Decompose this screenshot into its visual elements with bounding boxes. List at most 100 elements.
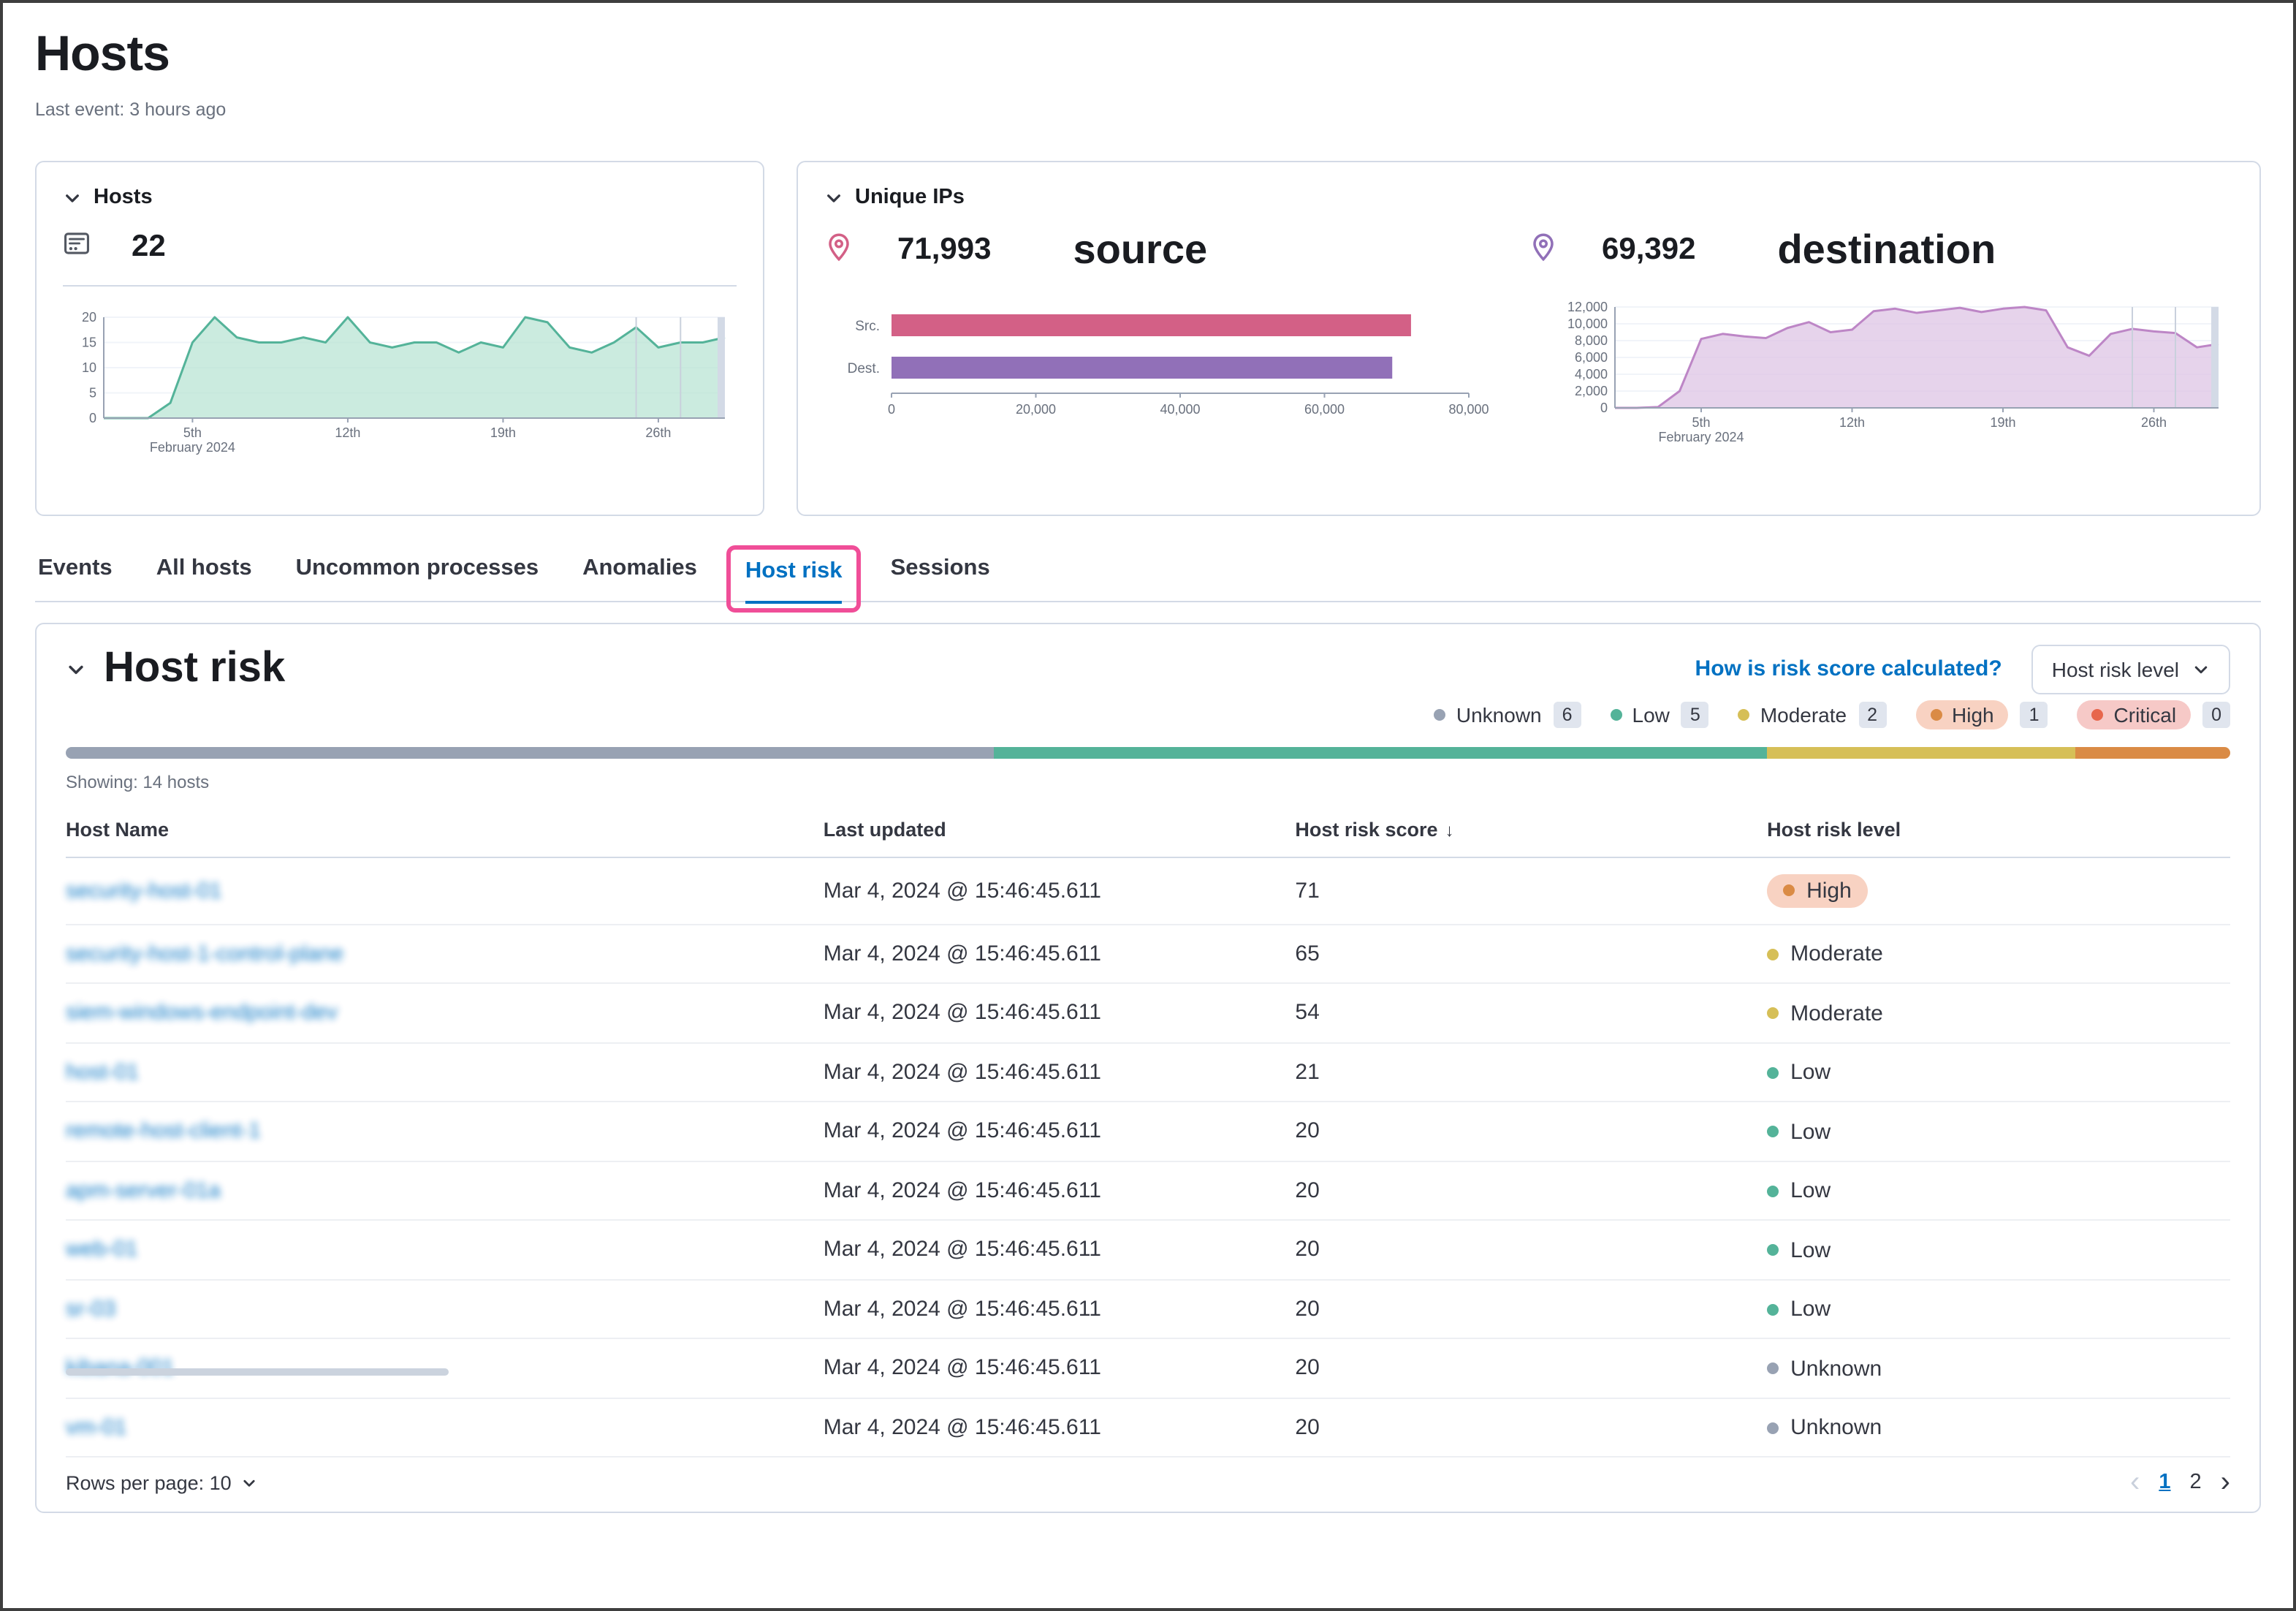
risk-level-dot-icon	[1767, 1126, 1779, 1137]
risk-score-cell: 71	[1295, 857, 1767, 924]
legend-label: Low	[1632, 702, 1670, 726]
legend-label: Unknown	[1456, 702, 1542, 726]
risk-score-help-link[interactable]: How is risk score calculated?	[1695, 656, 2002, 681]
risk-level-dot-icon	[1783, 884, 1795, 896]
chevron-down-icon	[242, 1474, 258, 1490]
risk-score-cell: 21	[1295, 1042, 1767, 1102]
tab-host-risk[interactable]: Host risk	[745, 558, 843, 603]
source-label: source	[1073, 227, 1207, 273]
risk-level-dot-icon	[1767, 1303, 1779, 1315]
pagination: ‹ 12 ›	[2130, 1468, 2230, 1497]
tab-anomalies[interactable]: Anomalies	[582, 555, 697, 600]
svg-text:0: 0	[888, 402, 895, 417]
host-name-link[interactable]: sr-03	[66, 1297, 115, 1322]
legend-item-critical[interactable]: Critical0	[2078, 700, 2230, 729]
legend-item-moderate[interactable]: Moderate2	[1738, 701, 1886, 727]
svg-text:6,000: 6,000	[1575, 350, 1608, 365]
legend-item-unknown[interactable]: Unknown6	[1434, 701, 1581, 727]
unique-ips-kpi-panel: Unique IPs 71,993 source 69,392 destinat…	[797, 161, 2261, 516]
filter-button-label: Host risk level	[2052, 657, 2179, 681]
page-2-button[interactable]: 2	[2190, 1471, 2202, 1494]
host-name-link[interactable]: remote-host-client-1	[66, 1119, 261, 1144]
table-row: web-01Mar 4, 2024 @ 15:46:45.61120Low	[66, 1220, 2230, 1279]
collapse-chevron-icon[interactable]	[824, 188, 843, 207]
unique-ips-bar-chart: Src.Dest.020,00040,00060,00080,000	[824, 300, 1489, 434]
svg-text:26th: 26th	[645, 425, 671, 440]
svg-text:26th: 26th	[2141, 415, 2167, 430]
host-risk-level-filter-button[interactable]: Host risk level	[2031, 644, 2230, 694]
column-header-host-risk-level[interactable]: Host risk level	[1767, 806, 2230, 857]
column-header-last-updated[interactable]: Last updated	[824, 806, 1296, 857]
risk-table-head-row: Host NameLast updatedHost risk score↓Hos…	[66, 806, 2230, 857]
risk-score-cell: 20	[1295, 1102, 1767, 1161]
svg-text:0: 0	[1600, 401, 1608, 415]
distribution-segment-high	[2075, 746, 2230, 758]
legend-item-high[interactable]: High1	[1915, 700, 2048, 729]
risk-distribution-bar	[66, 746, 2230, 758]
host-name-link[interactable]: host-01	[66, 1060, 139, 1085]
risk-score-cell: 20	[1295, 1161, 1767, 1220]
svg-text:10,000: 10,000	[1567, 316, 1608, 331]
last-updated-cell: Mar 4, 2024 @ 15:46:45.611	[824, 983, 1296, 1042]
last-updated-cell: Mar 4, 2024 @ 15:46:45.611	[824, 924, 1296, 983]
host-name-link[interactable]: security-host-1-control-plane	[66, 941, 343, 966]
previous-page-button[interactable]: ‹	[2130, 1468, 2140, 1497]
svg-text:8,000: 8,000	[1575, 333, 1608, 348]
column-header-host-name[interactable]: Host Name	[66, 806, 824, 857]
table-footer: Rows per page: 10 ‹ 12 ›	[66, 1468, 2230, 1497]
tab-all-hosts[interactable]: All hosts	[156, 555, 252, 600]
last-updated-cell: Mar 4, 2024 @ 15:46:45.611	[824, 1220, 1296, 1279]
risk-score-cell: 20	[1295, 1398, 1767, 1457]
page-1-button[interactable]: 1	[2159, 1471, 2170, 1494]
svg-text:4,000: 4,000	[1575, 367, 1608, 382]
tab-events[interactable]: Events	[38, 555, 113, 600]
tab-uncommon-processes[interactable]: Uncommon processes	[296, 555, 539, 600]
risk-level-dot-icon	[1767, 1244, 1779, 1256]
svg-text:15: 15	[82, 336, 96, 350]
horizontal-scrollbar[interactable]	[66, 1368, 449, 1375]
svg-text:Src.: Src.	[855, 319, 880, 334]
svg-text:60,000: 60,000	[1304, 402, 1345, 417]
table-row: siem-windows-endpoint-dev Mar 4, 2024 @ 1…	[66, 983, 2230, 1042]
risk-level-cell: Unknown	[1767, 1398, 2230, 1457]
unknown-dot-icon	[1434, 708, 1446, 720]
table-row: vm-01Mar 4, 2024 @ 15:46:45.61120Unknown	[66, 1398, 2230, 1457]
last-updated-cell: Mar 4, 2024 @ 15:46:45.611	[824, 1279, 1296, 1338]
host-name-link[interactable]: web-01	[66, 1237, 137, 1262]
host-name-link[interactable]: siem-windows-endpoint-dev	[66, 1001, 338, 1026]
host-name-link[interactable]: apm-server-01a	[66, 1178, 221, 1203]
column-header-host-risk-score[interactable]: Host risk score↓	[1295, 806, 1767, 857]
collapse-chevron-icon[interactable]	[66, 659, 86, 679]
rows-per-page-button[interactable]: Rows per page: 10	[66, 1471, 258, 1493]
risk-level-dot-icon	[1767, 1185, 1779, 1197]
risk-table-wrap: Host NameLast updatedHost risk score↓Hos…	[66, 806, 2230, 1458]
svg-text:5th: 5th	[1692, 415, 1710, 430]
host-risk-title: Host risk	[104, 645, 285, 693]
svg-text:80,000: 80,000	[1448, 402, 1489, 417]
table-row: security-host-1-control-plane Mar 4, 2024…	[66, 924, 2230, 983]
collapse-chevron-icon[interactable]	[63, 188, 82, 207]
high-dot-icon	[1930, 708, 1942, 720]
host-name-link[interactable]: vm-01	[66, 1415, 126, 1440]
chevron-down-icon	[2192, 660, 2210, 678]
svg-text:February 2024: February 2024	[150, 440, 235, 455]
next-page-button[interactable]: ›	[2221, 1468, 2230, 1497]
table-row: sr-03Mar 4, 2024 @ 15:46:45.61120Low	[66, 1279, 2230, 1338]
destination-label: destination	[1777, 227, 1996, 273]
sort-descending-icon: ↓	[1445, 819, 1454, 840]
risk-level-cell: Moderate	[1767, 983, 2230, 1042]
risk-score-cell: 20	[1295, 1220, 1767, 1279]
hosts-page: Hosts Last event: 3 hours ago Hosts 22 0…	[0, 0, 2296, 1611]
risk-level-cell: Moderate	[1767, 924, 2230, 983]
table-row: apm-server-01aMar 4, 2024 @ 15:46:45.611…	[66, 1161, 2230, 1220]
hosts-area-chart: 051015205th12th19th26thFebruary 2024	[63, 310, 740, 456]
host-name-link[interactable]: security-host-01	[66, 878, 221, 903]
risk-score-cell: 65	[1295, 924, 1767, 983]
risk-level-cell: Low	[1767, 1279, 2230, 1338]
risk-legend: Unknown6 Low5 Moderate2 High1 Critical0	[66, 700, 2230, 729]
table-row: remote-host-client-1Mar 4, 2024 @ 15:46:…	[66, 1102, 2230, 1161]
page-header: Hosts Last event: 3 hours ago	[35, 3, 2261, 120]
legend-item-low[interactable]: Low5	[1611, 701, 1709, 727]
svg-text:10: 10	[82, 360, 96, 375]
tab-sessions[interactable]: Sessions	[891, 555, 990, 600]
